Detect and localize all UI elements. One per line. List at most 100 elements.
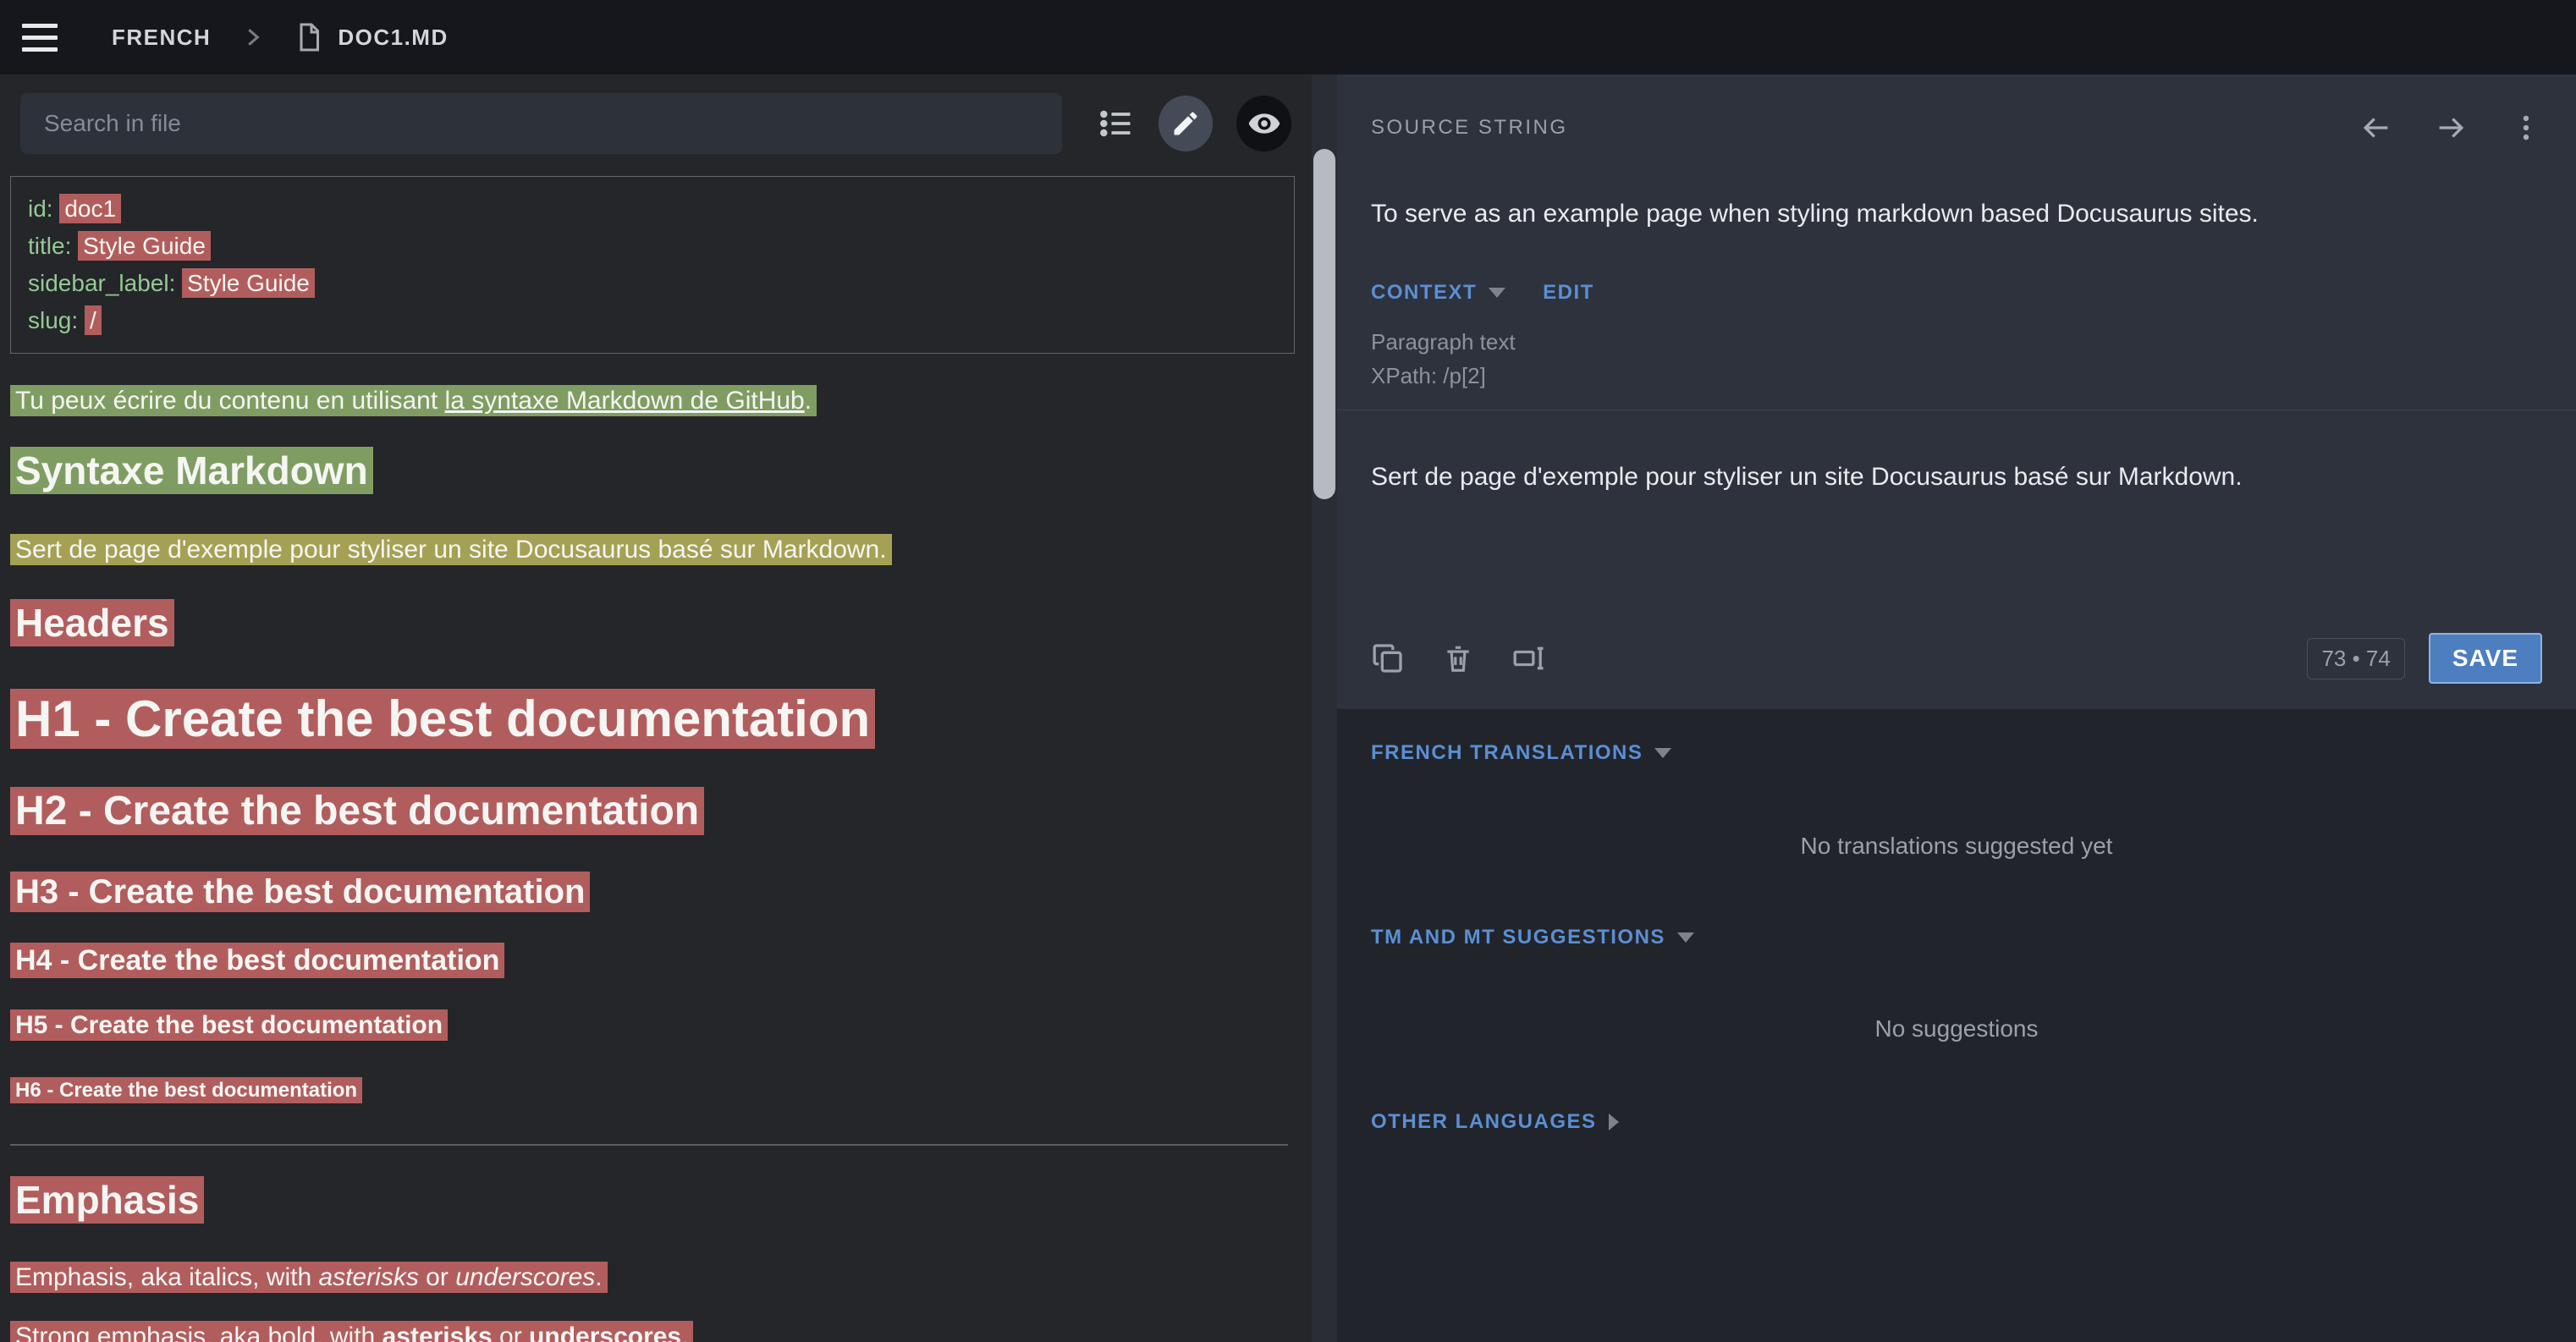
string-h5[interactable]: H5 - Create the best documentation xyxy=(10,1009,448,1041)
intro-link[interactable]: la syntaxe Markdown de GitHub xyxy=(445,387,805,415)
context-xpath: XPath: /p[2] xyxy=(1371,362,2542,389)
seg: or xyxy=(493,1323,529,1342)
heading-h4-sample: H4 - Create the best documentation xyxy=(10,943,1295,978)
next-string-icon[interactable] xyxy=(2434,110,2469,146)
section-french-translations[interactable]: FRENCH TRANSLATIONS xyxy=(1371,741,2542,765)
frontmatter-block: id: doc1 title: Style Guide sidebar_labe… xyxy=(10,176,1295,354)
search-input[interactable] xyxy=(20,93,1062,154)
chevron-down-icon xyxy=(1654,748,1671,758)
string-syntax-heading[interactable]: Syntaxe Markdown xyxy=(10,447,373,494)
editor-scrollbar[interactable] xyxy=(1312,74,1337,1342)
copy-source-icon[interactable] xyxy=(1371,641,1405,675)
seg: or xyxy=(419,1263,455,1291)
string-frontmatter-sidebar-label[interactable]: Style Guide xyxy=(182,268,315,298)
source-text: To serve as an example page when styling… xyxy=(1371,198,2542,230)
frontmatter-key: sidebar_label: xyxy=(28,270,175,296)
string-h2[interactable]: H2 - Create the best documentation xyxy=(10,787,704,835)
translation-input[interactable]: Sert de page d'exemple pour styliser un … xyxy=(1371,461,2542,493)
paragraph-intro: Tu peux écrire du contenu en utilisant l… xyxy=(10,384,1295,418)
string-h4[interactable]: H4 - Create the best documentation xyxy=(10,943,504,978)
edit-context-button[interactable]: EDIT xyxy=(1543,281,1594,305)
seg-bold: underscores xyxy=(529,1323,681,1342)
heading-headers: Headers xyxy=(10,599,1295,646)
frontmatter-key: title: xyxy=(28,233,71,259)
file-icon xyxy=(294,22,324,52)
string-h6[interactable]: H6 - Create the best documentation xyxy=(10,1077,362,1103)
translation-toolbar: 73 • 74 SAVE xyxy=(1371,633,2542,684)
menu-icon[interactable] xyxy=(22,24,58,52)
string-frontmatter-title[interactable]: Style Guide xyxy=(78,231,211,261)
suggestions-area: FRENCH TRANSLATIONS No translations sugg… xyxy=(1337,741,2576,1134)
string-emphasis-italic[interactable]: Emphasis, aka italics, with asterisks or… xyxy=(10,1262,608,1293)
source-string-card: SOURCE STRING To serve as an example pag… xyxy=(1337,74,2576,709)
frontmatter-key: id: xyxy=(28,195,53,222)
clear-translation-icon[interactable] xyxy=(1442,642,1474,674)
frontmatter-line: sidebar_label: Style Guide xyxy=(28,265,1277,302)
search-row xyxy=(0,74,1312,154)
section-label: FRENCH TRANSLATIONS xyxy=(1371,741,1643,765)
edit-mode-icon[interactable] xyxy=(1159,96,1214,151)
string-emphasis-bold[interactable]: Strong emphasis, aka bold, with asterisk… xyxy=(10,1321,693,1342)
breadcrumb-project[interactable]: FRENCH xyxy=(112,25,211,51)
paragraph-styled: Sert de page d'exemple pour styliser un … xyxy=(10,533,1295,567)
context-row: CONTEXT EDIT xyxy=(1371,281,2542,305)
scrollbar-thumb[interactable] xyxy=(1313,149,1335,499)
breadcrumb-file[interactable]: DOC1.MD xyxy=(338,25,448,51)
context-toggle[interactable]: CONTEXT xyxy=(1371,281,1505,305)
editor-panel: id: doc1 title: Style Guide sidebar_labe… xyxy=(0,74,1312,1342)
string-intro[interactable]: Tu peux écrire du contenu en utilisant l… xyxy=(10,385,817,416)
context-label: CONTEXT xyxy=(1371,281,1477,305)
section-tm-mt-suggestions[interactable]: TM AND MT SUGGESTIONS xyxy=(1371,926,2542,949)
previous-string-icon[interactable] xyxy=(2358,110,2393,146)
seg-bold: asterisks xyxy=(383,1323,493,1342)
intro-period: . xyxy=(805,387,812,415)
string-headers-heading[interactable]: Headers xyxy=(10,599,174,646)
string-h3[interactable]: H3 - Create the best documentation xyxy=(10,872,590,912)
section-label: TM AND MT SUGGESTIONS xyxy=(1371,926,1665,949)
source-string-label: SOURCE STRING xyxy=(1371,116,1568,140)
char-counter: 73 • 74 xyxy=(2307,638,2404,679)
insert-cursor-icon[interactable] xyxy=(1511,641,1545,675)
chevron-down-icon xyxy=(1677,932,1694,943)
seg: . xyxy=(595,1263,602,1291)
card-header: SOURCE STRING xyxy=(1371,74,2542,146)
string-nav xyxy=(2358,110,2542,146)
heading-h5-sample: H5 - Create the best documentation xyxy=(10,1010,1295,1041)
paragraph-emphasis-bold: Strong emphasis, aka bold, with asterisk… xyxy=(10,1320,1295,1342)
seg: Strong emphasis, aka bold, with xyxy=(15,1323,383,1342)
paragraph-emphasis-italic: Emphasis, aka italics, with asterisks or… xyxy=(10,1261,1295,1295)
heading-emphasis: Emphasis xyxy=(10,1176,1295,1224)
seg-italic: asterisks xyxy=(318,1263,418,1291)
preview-mode-icon[interactable] xyxy=(1236,96,1291,151)
heading-h6-sample: H6 - Create the best documentation xyxy=(10,1078,1295,1103)
chevron-down-icon xyxy=(1489,288,1505,298)
context-type: Paragraph text xyxy=(1371,328,2542,355)
list-view-icon[interactable] xyxy=(1098,105,1135,142)
save-button[interactable]: SAVE xyxy=(2429,633,2542,684)
chevron-right-icon xyxy=(1609,1114,1619,1130)
frontmatter-line: title: Style Guide xyxy=(28,228,1277,265)
frontmatter-key: slug: xyxy=(28,307,78,333)
heading-h3-sample: H3 - Create the best documentation xyxy=(10,872,1295,912)
intro-text: Tu peux écrire du contenu en utilisant xyxy=(15,387,445,415)
no-translations-text: No translations suggested yet xyxy=(1371,833,2542,860)
horizontal-rule xyxy=(10,1144,1288,1146)
string-frontmatter-slug[interactable]: / xyxy=(85,305,102,335)
string-emphasis-heading[interactable]: Emphasis xyxy=(10,1176,204,1224)
seg-italic: underscores xyxy=(455,1263,595,1291)
app: FRENCH DOC1.MD id: doc1 title: Styl xyxy=(0,0,2576,1342)
string-styled-paragraph[interactable]: Sert de page d'exemple pour styliser un … xyxy=(10,534,892,565)
translation-panel: SOURCE STRING To serve as an example pag… xyxy=(1337,74,2576,1342)
string-h1[interactable]: H1 - Create the best documentation xyxy=(10,689,875,749)
heading-h2-sample: H2 - Create the best documentation xyxy=(10,787,1295,836)
string-frontmatter-id[interactable]: doc1 xyxy=(59,194,121,223)
section-label: OTHER LANGUAGES xyxy=(1371,1110,1597,1134)
section-other-languages[interactable]: OTHER LANGUAGES xyxy=(1371,1110,2542,1134)
chevron-right-icon xyxy=(239,25,265,50)
topbar: FRENCH DOC1.MD xyxy=(0,0,2576,74)
kebab-menu-icon[interactable] xyxy=(2510,112,2542,144)
heading-syntaxe-markdown: Syntaxe Markdown xyxy=(10,447,1295,494)
no-suggestions-text: No suggestions xyxy=(1371,1015,2542,1042)
heading-h1-sample: H1 - Create the best documentation xyxy=(10,689,1295,750)
frontmatter-line: slug: / xyxy=(28,302,1277,339)
